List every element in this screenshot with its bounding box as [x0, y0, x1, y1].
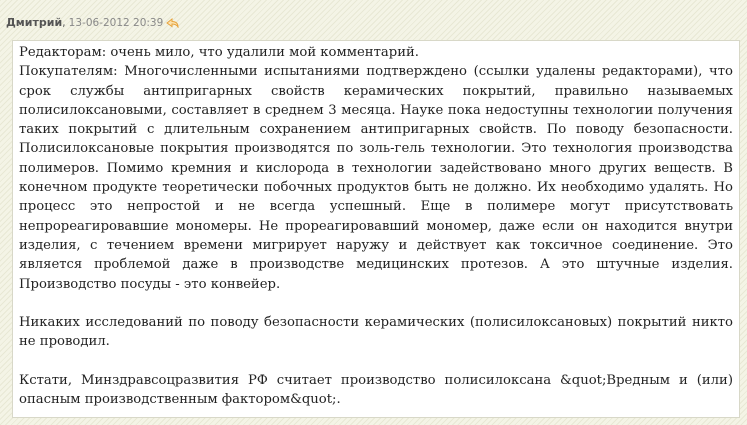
comment-paragraph: Кстати, Минздравсоцразвития РФ считает п… — [19, 373, 733, 408]
comment-header: Дмитрий , 13-06-2012 20:39 — [4, 4, 743, 32]
comment-paragraph: Редакторам: очень мило, что удалили мой … — [19, 45, 419, 60]
comment-page: Дмитрий , 13-06-2012 20:39 Редакторам: о… — [0, 0, 747, 425]
comment-paragraph: Никаких исследований по поводу безопасно… — [19, 315, 733, 350]
comment: Дмитрий , 13-06-2012 20:39 Редакторам: о… — [4, 4, 743, 425]
comment-paragraph: Покупателям: Многочисленными испытаниями… — [19, 64, 733, 292]
comment-date: 13-06-2012 20:39 — [68, 17, 164, 29]
comment-author[interactable]: Дмитрий — [6, 16, 62, 30]
reply-arrow-icon[interactable] — [166, 17, 179, 29]
comment-body: Редакторам: очень мило, что удалили мой … — [12, 40, 740, 418]
header-separator: , — [62, 16, 66, 29]
